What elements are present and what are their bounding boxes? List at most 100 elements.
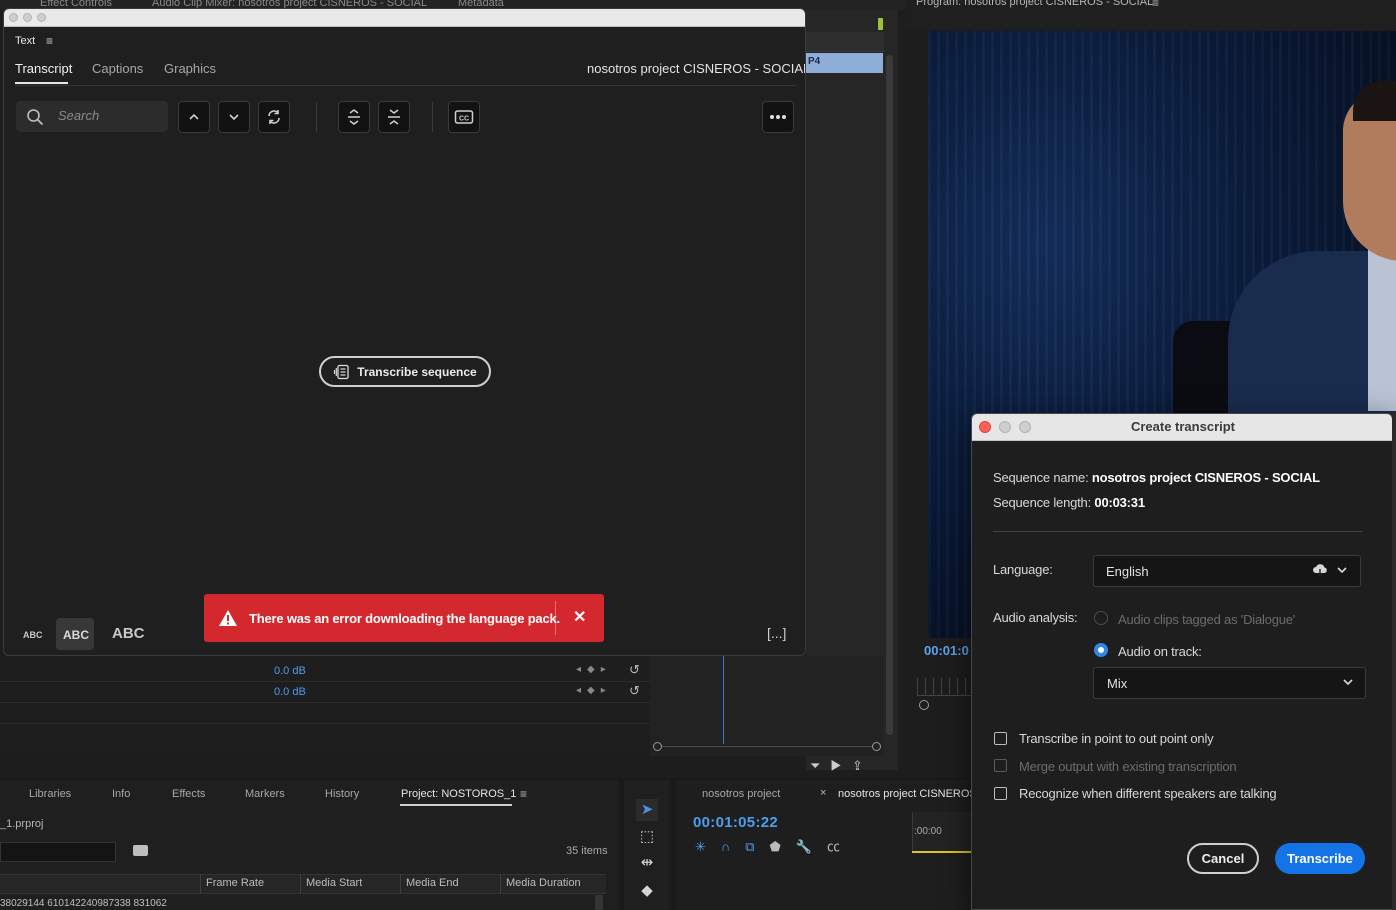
search-placeholder: Search xyxy=(58,108,100,123)
audio-track-dropdown[interactable] xyxy=(1093,667,1366,699)
create-captions-button[interactable]: CC xyxy=(448,101,480,133)
keyframe-nav-icon[interactable]: ◂◆▸ xyxy=(576,664,612,675)
cloud-download-icon[interactable] xyxy=(1312,563,1328,577)
in-out-checkbox[interactable] xyxy=(994,732,1007,745)
program-scrub-bar[interactable] xyxy=(917,678,971,696)
alert-icon xyxy=(219,610,237,626)
speakers-checkbox[interactable] xyxy=(994,787,1007,800)
tab-captions[interactable]: Captions xyxy=(92,61,143,76)
transcribe-sequence-button[interactable]: Transcribe sequence xyxy=(319,356,491,387)
column-media-start[interactable]: Media Start xyxy=(306,877,362,889)
add-marker-icon[interactable]: ⬟ xyxy=(770,839,796,854)
volume-value[interactable]: 0.0 dB xyxy=(274,686,306,698)
play-audio-icon[interactable]: ▶ xyxy=(830,758,852,773)
timeline-marker xyxy=(878,18,883,30)
panel-tab-text[interactable]: Text xyxy=(15,35,35,47)
minimize-window-button[interactable] xyxy=(23,13,32,22)
reset-icon[interactable]: ↺ xyxy=(629,683,640,699)
zoom-window-button[interactable] xyxy=(37,13,46,22)
audio-analysis-label: Audio analysis: xyxy=(993,610,1078,625)
expand-all-button[interactable] xyxy=(338,101,370,133)
export-icon[interactable]: ⇪ xyxy=(852,758,873,773)
tab-divider xyxy=(15,85,796,86)
text-size-large-button[interactable]: ABC xyxy=(112,625,145,642)
chevron-down-icon[interactable] xyxy=(1342,676,1354,688)
timeline-clip[interactable]: P4 xyxy=(806,53,883,73)
audio-track-radio[interactable] xyxy=(1094,643,1108,657)
audio-track-value[interactable]: Mix xyxy=(1107,676,1127,691)
new-bin-icon[interactable] xyxy=(133,845,148,856)
tab-libraries[interactable]: Libraries xyxy=(29,788,71,800)
merge-checkbox[interactable] xyxy=(994,759,1007,772)
transcribe-button[interactable]: Transcribe xyxy=(1275,843,1365,874)
filter-icon[interactable]: ⏷ xyxy=(810,758,830,773)
volume-value[interactable]: 0.0 dB xyxy=(274,665,306,677)
program-zoom-handle[interactable] xyxy=(919,700,929,710)
selection-tool-icon[interactable]: ➤ xyxy=(636,799,658,821)
audio-track-radio-label: Audio on track: xyxy=(1118,644,1202,659)
sequence-length-value: 00:03:31 xyxy=(1094,495,1145,510)
project-scrollbar[interactable] xyxy=(595,895,603,910)
effect-playhead[interactable] xyxy=(723,656,724,744)
timeline-scrollbar[interactable] xyxy=(886,55,893,735)
settings-wrench-icon[interactable]: 🔧 xyxy=(796,839,827,854)
dialog-titlebar[interactable]: Create transcript xyxy=(972,414,1392,441)
window-titlebar[interactable] xyxy=(4,9,805,27)
tab-info[interactable]: Info xyxy=(112,788,130,800)
linked-selection-icon[interactable]: ⧉ xyxy=(745,839,769,854)
dialogue-radio[interactable] xyxy=(1094,611,1108,625)
program-menu-icon[interactable]: ≡ xyxy=(1152,0,1159,10)
previous-result-button[interactable] xyxy=(178,101,210,133)
text-size-medium-label[interactable]: ABC xyxy=(63,628,89,642)
replace-button[interactable] xyxy=(258,101,290,133)
track-select-tool-icon[interactable]: ⬚ xyxy=(636,826,658,848)
timeline-timecode[interactable]: 00:01:05:22 xyxy=(693,814,778,831)
snap-icon[interactable]: ∩ xyxy=(721,839,745,854)
table-row[interactable]: 38029144 610142240987338 831062 xyxy=(0,898,167,909)
tab-project[interactable]: Project: NOSTOROS_1 xyxy=(401,788,516,800)
sequence-name-label: Sequence name: xyxy=(993,470,1089,485)
panel-menu-icon[interactable]: ≡ xyxy=(46,34,53,48)
cancel-button[interactable]: Cancel xyxy=(1187,843,1259,874)
bracket-icon[interactable]: [...] xyxy=(767,625,786,641)
chevron-down-icon xyxy=(229,114,239,121)
language-value[interactable]: English xyxy=(1106,564,1149,579)
timeline-ruler xyxy=(806,32,884,52)
tab-graphics[interactable]: Graphics xyxy=(164,61,216,76)
zoom-start-handle[interactable] xyxy=(653,742,662,751)
more-options-button[interactable] xyxy=(762,101,794,133)
close-window-button[interactable] xyxy=(9,13,18,22)
nest-icon[interactable]: ✳ xyxy=(695,839,721,854)
program-timecode[interactable]: 00:01:0 xyxy=(924,643,972,658)
reset-icon[interactable]: ↺ xyxy=(629,662,640,678)
effect-zoom-scrollbar[interactable] xyxy=(653,742,881,754)
zoom-end-handle[interactable] xyxy=(872,742,881,751)
tab-sequence-1[interactable]: nosotros project xyxy=(702,788,780,800)
tab-effects[interactable]: Effects xyxy=(172,788,205,800)
column-frame-rate[interactable]: Frame Rate xyxy=(206,877,264,889)
tab-sequence-2[interactable]: nosotros project CISNEROS xyxy=(838,788,977,800)
column-media-duration[interactable]: Media Duration xyxy=(506,877,581,889)
chevron-up-icon xyxy=(189,113,199,120)
close-icon[interactable]: × xyxy=(820,787,826,799)
close-icon[interactable]: ✕ xyxy=(573,607,586,627)
program-monitor-title[interactable]: Program: nosotros project CISNEROS - SOC… xyxy=(916,0,1153,8)
column-media-end[interactable]: Media End xyxy=(406,877,459,889)
tab-markers[interactable]: Markers xyxy=(245,788,285,800)
timeline-ruler-timecode: :00:00 xyxy=(914,826,942,837)
collapse-all-button[interactable] xyxy=(378,101,410,133)
text-size-small-button[interactable]: ABC xyxy=(23,630,43,640)
ripple-edit-tool-icon[interactable]: ⇹ xyxy=(636,852,658,874)
project-menu-icon[interactable]: ≡ xyxy=(520,787,527,801)
keyframe-nav-icon[interactable]: ◂◆▸ xyxy=(576,685,612,696)
chevron-down-icon[interactable] xyxy=(1336,564,1348,576)
toolbar-separator xyxy=(432,102,433,132)
tab-history[interactable]: History xyxy=(325,788,359,800)
next-result-button[interactable] xyxy=(218,101,250,133)
captions-icon[interactable]: ㏄ xyxy=(827,839,855,854)
project-search-input[interactable] xyxy=(0,842,116,862)
refresh-icon xyxy=(268,110,280,124)
work-area-bar[interactable] xyxy=(912,851,971,853)
tab-transcript[interactable]: Transcript xyxy=(15,61,72,76)
razor-tool-icon[interactable]: ◆ xyxy=(636,880,658,902)
